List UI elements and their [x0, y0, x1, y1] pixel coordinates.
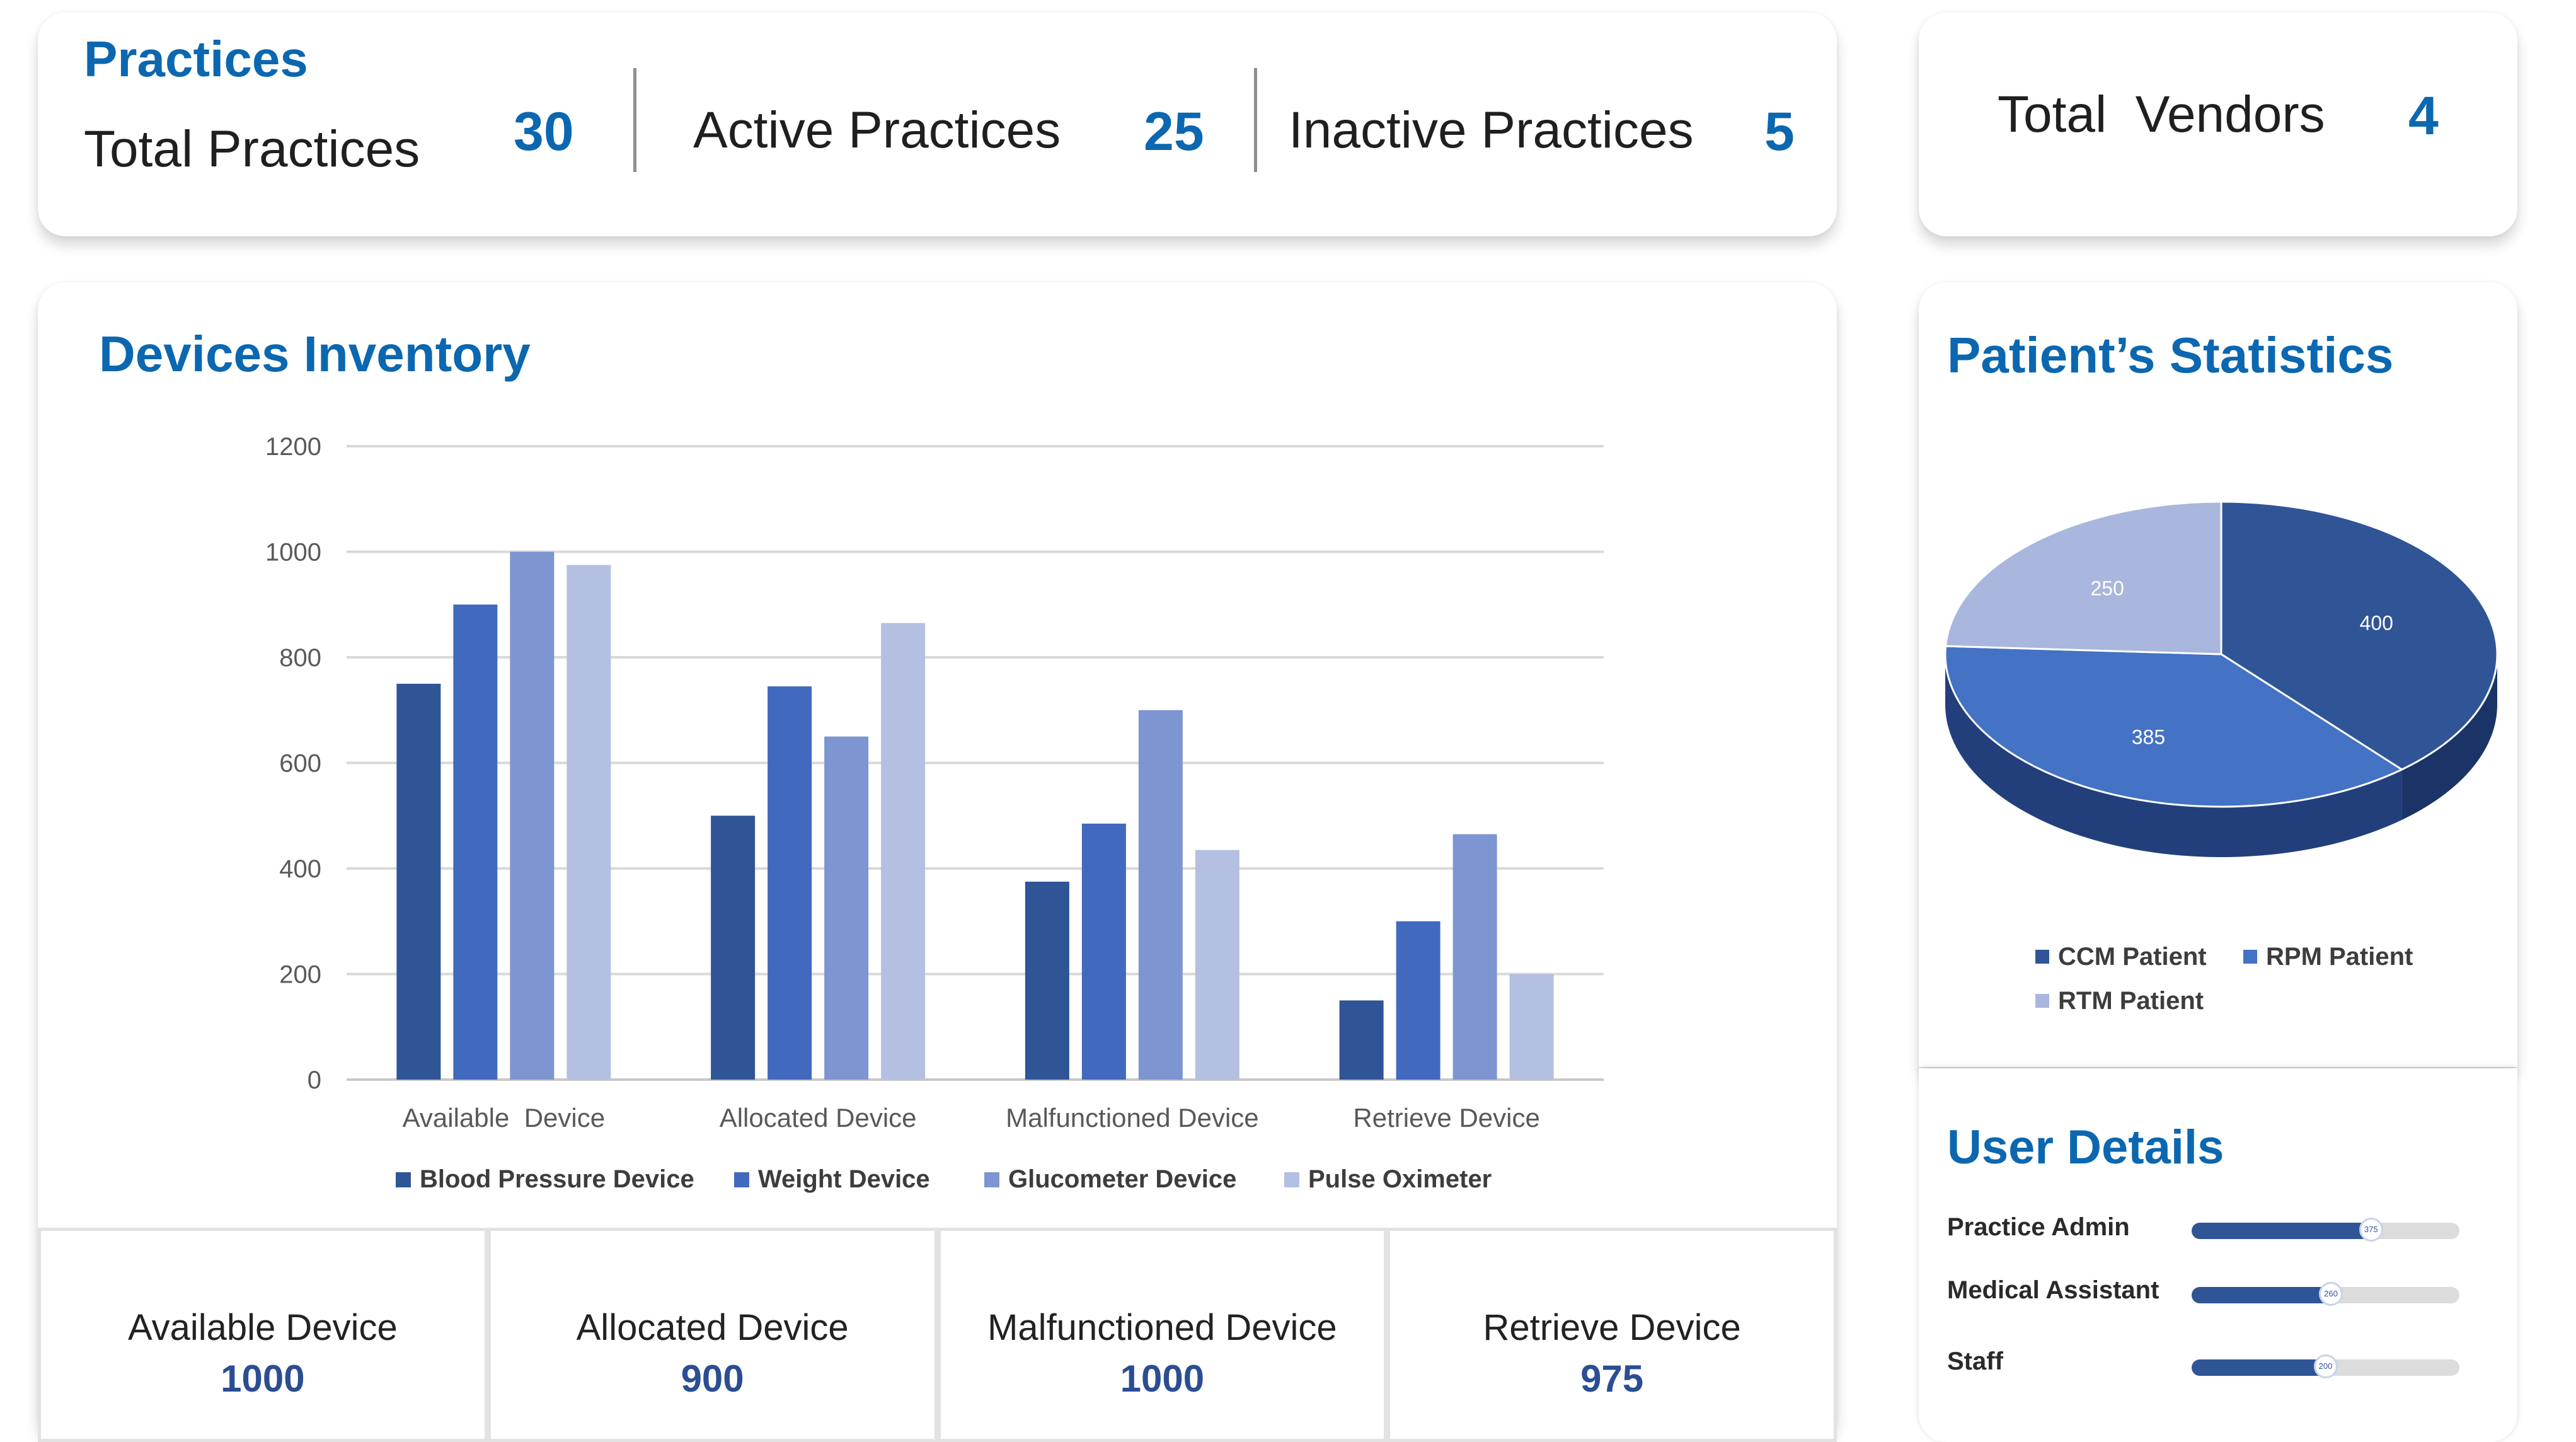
bar — [1025, 881, 1069, 1080]
pie-data-label: 385 — [2132, 725, 2165, 748]
summary-value: 1000 — [221, 1358, 305, 1400]
device-summary-row: Available Device 1000 Allocated Device 9… — [38, 1228, 1837, 1442]
y-tick-label: 0 — [308, 1066, 321, 1094]
summary-value: 900 — [681, 1358, 744, 1400]
pie-data-label: 250 — [2090, 577, 2124, 600]
patient-statistics-card: Patient’s Statistics 400 385 250 CCM Patien… — [1919, 282, 2517, 1067]
summary-available: Available Device 1000 — [38, 1228, 488, 1442]
summary-value: 975 — [1580, 1358, 1644, 1400]
legend-label: Glucometer Device — [1008, 1165, 1236, 1193]
active-practices-value: 25 — [1144, 101, 1204, 162]
pie-legend-swatch — [2035, 950, 2049, 964]
summary-label: Malfunctioned Device — [987, 1307, 1337, 1348]
bar — [881, 623, 926, 1080]
bar — [1339, 1000, 1384, 1080]
summary-label: Allocated Device — [576, 1307, 849, 1348]
pie-data-label: 400 — [2360, 611, 2393, 634]
bar — [566, 565, 611, 1080]
x-tick-label: Malfunctioned Device — [1006, 1103, 1259, 1133]
x-tick-label: Retrieve Device — [1353, 1103, 1539, 1133]
vendors-card: Total Vendors 4 — [1919, 13, 2517, 236]
staff-bar: 200 — [2192, 1354, 2459, 1378]
bar — [510, 551, 555, 1080]
legend-label: Blood Pressure Device — [420, 1165, 694, 1193]
summary-label: Retrieve Device — [1483, 1307, 1741, 1348]
total-practices-value: 30 — [514, 101, 574, 162]
bar — [824, 736, 869, 1080]
bar — [1509, 974, 1554, 1080]
legend-swatch — [1284, 1172, 1299, 1187]
y-tick-label: 1200 — [265, 433, 321, 461]
user-label-medical-assistant: Medical Assistant — [1947, 1276, 2159, 1304]
user-details-title: User Details — [1947, 1121, 2224, 1174]
practices-card: Practices Total Practices 30 Active Prac… — [38, 13, 1837, 236]
legend-swatch — [734, 1172, 749, 1187]
staff-fill — [2192, 1359, 2326, 1376]
user-label-practice-admin: Practice Admin — [1947, 1213, 2130, 1241]
staff-knob: 200 — [2313, 1354, 2338, 1378]
divider — [1254, 68, 1257, 172]
pie-legend-swatch — [2243, 950, 2257, 964]
inactive-practices-value: 5 — [1764, 101, 1795, 162]
bar — [1452, 834, 1497, 1080]
pie-legend-label: RTM Patient — [2058, 987, 2204, 1015]
summary-value: 1000 — [1120, 1358, 1205, 1400]
bar — [711, 816, 756, 1080]
x-tick-label: Allocated Device — [720, 1103, 917, 1133]
devices-inventory-card: Devices Inventory 0 200 400 600 800 1000 1200 A… — [38, 282, 1837, 1442]
practice-admin-fill — [2192, 1223, 2371, 1239]
devices-bar-chart: 0 200 400 600 800 1000 1200 Available Device All… — [265, 433, 1604, 1193]
y-tick-label: 600 — [279, 750, 321, 778]
total-practices-label: Total Practices — [84, 120, 420, 178]
medical-assistant-bar: 260 — [2192, 1282, 2459, 1306]
practice-admin-bar: 375 — [2192, 1218, 2459, 1242]
practices-title: Practices — [84, 31, 308, 87]
legend-label: Weight Device — [758, 1165, 930, 1193]
x-tick-label: Available Device — [403, 1103, 605, 1133]
bar — [1396, 921, 1440, 1080]
pie-legend-label: CCM Patient — [2058, 943, 2207, 971]
bar — [1195, 850, 1239, 1080]
pie-legend-swatch — [2035, 994, 2049, 1008]
legend-label: Pulse Oximeter — [1308, 1165, 1492, 1193]
summary-allocated: Allocated Device 900 — [487, 1228, 938, 1442]
pie-slice — [1944, 500, 2222, 655]
legend-swatch — [396, 1172, 411, 1187]
y-tick-label: 1000 — [265, 539, 321, 567]
bar — [1081, 823, 1126, 1080]
bar — [1138, 710, 1183, 1080]
total-vendors-label: Total Vendors — [1998, 86, 2325, 143]
bar — [768, 686, 812, 1080]
legend-swatch — [984, 1172, 999, 1187]
medical-assistant-knob: 260 — [2319, 1282, 2343, 1306]
summary-malfunctioned: Malfunctioned Device 1000 — [937, 1228, 1388, 1442]
user-details-card: User Details — [1919, 1068, 2517, 1442]
bar — [453, 604, 498, 1080]
y-tick-label: 400 — [279, 855, 321, 883]
y-tick-label: 800 — [279, 644, 321, 672]
summary-label: Available Device — [128, 1307, 398, 1348]
active-practices-label: Active Practices — [693, 101, 1061, 159]
user-label-staff: Staff — [1947, 1347, 2003, 1375]
total-vendors-value: 4 — [2408, 86, 2439, 146]
summary-retrieve: Retrieve Device 975 — [1387, 1228, 1837, 1442]
bar — [396, 683, 441, 1080]
divider — [633, 68, 636, 172]
practice-admin-knob: 375 — [2359, 1218, 2383, 1242]
y-tick-label: 200 — [279, 961, 321, 989]
inactive-practices-label: Inactive Practices — [1289, 101, 1694, 159]
medical-assistant-fill — [2192, 1287, 2331, 1303]
pie-legend-label: RPM Patient — [2266, 943, 2413, 971]
patient-pie-chart: 400 385 250 CCM Patient RPM Patient RTM Patie… — [1944, 500, 2498, 1015]
